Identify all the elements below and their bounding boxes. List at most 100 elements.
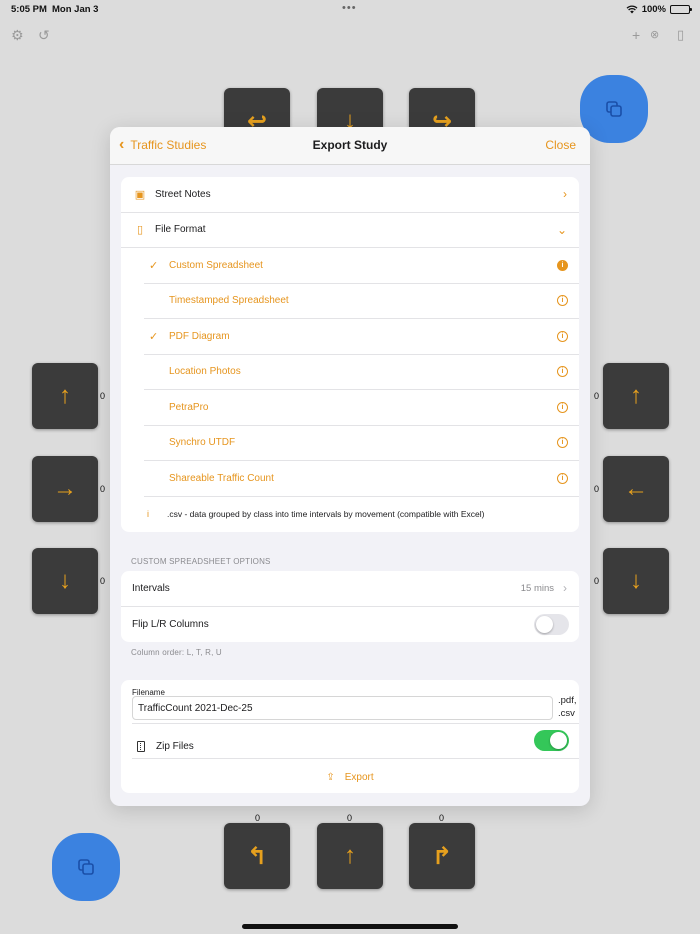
tile-right-bottom[interactable]: ↓ <box>603 548 669 614</box>
count-right-bottom: 0 <box>594 576 600 586</box>
intervals-value: 15 mins <box>520 582 554 594</box>
count-bottom-right: 0 <box>439 813 445 823</box>
filename-card: Filename TrafficCount 2021-Dec-25 .pdf, … <box>121 680 579 793</box>
tile-bottom-mid[interactable]: ↑ <box>317 823 383 889</box>
format-option[interactable]: Timestamped Spreadsheet i <box>144 284 579 319</box>
status-time: 5:05 PM <box>11 4 47 15</box>
status-bar: 5:05 PM Mon Jan 3 ••• 100% <box>0 0 700 18</box>
arrow-left-icon: ← <box>624 475 648 502</box>
flip-columns-label: Flip L/R Columns <box>132 618 209 630</box>
arrow-left-turn-icon: ↰ <box>246 842 268 870</box>
copy-icon <box>606 101 622 117</box>
zip-files-label: Zip Files <box>156 741 194 752</box>
filename-extensions: .pdf, .csv <box>558 694 577 720</box>
copy-icon <box>78 859 94 875</box>
file-format-label: File Format <box>155 224 206 236</box>
street-notes-label: Street Notes <box>155 188 211 200</box>
export-label: Export <box>344 772 374 783</box>
info-icon[interactable]: i <box>557 366 568 378</box>
tile-right-top[interactable]: ↑ <box>603 363 669 429</box>
tile-left-top[interactable]: ↑ <box>32 363 98 429</box>
ext-pdf: .pdf, <box>558 695 577 706</box>
format-option[interactable]: PetraPro i <box>144 390 579 426</box>
flip-columns-toggle[interactable] <box>534 613 569 635</box>
arrow-down-turn-icon: ↓ <box>59 567 71 594</box>
chevron-down-icon: ⌄ <box>556 222 567 237</box>
undo-icon[interactable]: ↺ <box>38 27 50 44</box>
format-label: Timestamped Spreadsheet <box>169 295 289 307</box>
tile-left-mid[interactable]: → <box>32 456 98 522</box>
export-options-card: ▣ Street Notes › ▯ File Format ⌄ ✓ Custo… <box>121 177 579 532</box>
close-button[interactable]: Close <box>545 138 576 152</box>
arrow-right-turn-icon: ↱ <box>431 842 453 870</box>
zip-files-toggle[interactable] <box>534 730 569 751</box>
count-bottom-left: 0 <box>255 813 261 823</box>
close-circle-icon[interactable]: ⊗ <box>650 28 659 41</box>
export-study-modal: ‹ Traffic Studies Export Study Close ▣ S… <box>110 127 590 806</box>
format-label: PetraPro <box>169 401 209 413</box>
format-option[interactable]: ✓ Custom Spreadsheet i <box>144 248 579 284</box>
export-button[interactable]: ⇪ Export <box>121 772 579 783</box>
intervals-row[interactable]: Intervals 15 mins › <box>121 571 579 607</box>
image-icon: ▣ <box>134 188 146 201</box>
battery-icon <box>670 5 692 14</box>
info-icon[interactable]: i <box>557 330 568 342</box>
format-option[interactable]: Synchro UTDF i <box>144 426 579 461</box>
custom-options-card: Intervals 15 mins › Flip L/R Columns <box>121 571 579 642</box>
format-option[interactable]: Shareable Traffic Count i <box>144 461 579 497</box>
intervals-label: Intervals <box>132 582 170 594</box>
count-left-bottom: 0 <box>100 576 106 586</box>
modal-header: ‹ Traffic Studies Export Study Close <box>110 127 590 165</box>
format-label: Custom Spreadsheet <box>169 259 263 271</box>
format-option[interactable]: ✓ PDF Diagram i <box>144 319 579 355</box>
arrow-up-turn-icon: ↑ <box>630 382 642 409</box>
document-icon: ▯ <box>136 224 144 237</box>
street-notes-row[interactable]: ▣ Street Notes › <box>121 177 579 213</box>
tile-bottom-left[interactable]: ↰ <box>224 823 290 889</box>
status-right: 100% <box>626 4 692 15</box>
info-icon[interactable]: i <box>557 295 568 307</box>
info-icon[interactable]: i <box>557 401 568 413</box>
wifi-icon <box>626 5 638 14</box>
ext-csv: .csv <box>558 708 575 719</box>
info-icon[interactable]: i <box>557 259 568 271</box>
tile-left-bottom[interactable]: ↓ <box>32 548 98 614</box>
info-glyph-icon: i <box>147 509 149 519</box>
custom-options-header: CUSTOM SPREADSHEET OPTIONS <box>131 557 271 566</box>
home-indicator <box>242 924 458 929</box>
chevron-right-icon: › <box>563 581 567 596</box>
file-format-row[interactable]: ▯ File Format ⌄ <box>121 213 579 248</box>
info-icon[interactable]: i <box>557 472 568 484</box>
filename-input[interactable]: TrafficCount 2021-Dec-25 <box>132 696 553 720</box>
column-order-note: Column order: L, T, R, U <box>131 648 222 657</box>
count-left-mid: 0 <box>100 484 106 494</box>
arrow-down-turn-icon: ↓ <box>630 567 642 594</box>
modal-title: Export Study <box>312 138 388 152</box>
multitask-dots[interactable]: ••• <box>342 2 357 14</box>
battery-percent: 100% <box>641 4 666 15</box>
tile-bottom-right[interactable]: ↱ <box>409 823 475 889</box>
format-description: .csv - data grouped by class into time i… <box>167 509 485 519</box>
document-icon[interactable]: ▯ <box>677 27 684 43</box>
tile-right-mid[interactable]: ← <box>603 456 669 522</box>
copy-button-bottom[interactable] <box>52 833 120 901</box>
info-icon[interactable]: i <box>557 437 568 449</box>
copy-button-top[interactable] <box>580 75 648 143</box>
zip-icon <box>137 741 145 752</box>
share-icon: ⇪ <box>326 772 335 783</box>
gear-icon[interactable]: ⚙ <box>11 27 24 44</box>
plus-icon[interactable]: + <box>632 27 640 43</box>
format-label: Location Photos <box>169 366 241 378</box>
checkmark-icon: ✓ <box>149 259 159 272</box>
format-label: Shareable Traffic Count <box>169 472 274 484</box>
count-right-top: 0 <box>594 391 600 401</box>
arrow-right-icon: → <box>53 475 77 502</box>
chevron-right-icon: › <box>563 187 567 202</box>
count-right-mid: 0 <box>594 484 600 494</box>
count-left-top: 0 <box>100 391 106 401</box>
format-option[interactable]: Location Photos i <box>144 355 579 390</box>
format-description-row: i .csv - data grouped by class into time… <box>121 497 579 532</box>
flip-columns-row: Flip L/R Columns <box>121 607 579 643</box>
arrow-up-icon: ↑ <box>344 842 356 869</box>
status-date: Mon Jan 3 <box>52 4 99 15</box>
